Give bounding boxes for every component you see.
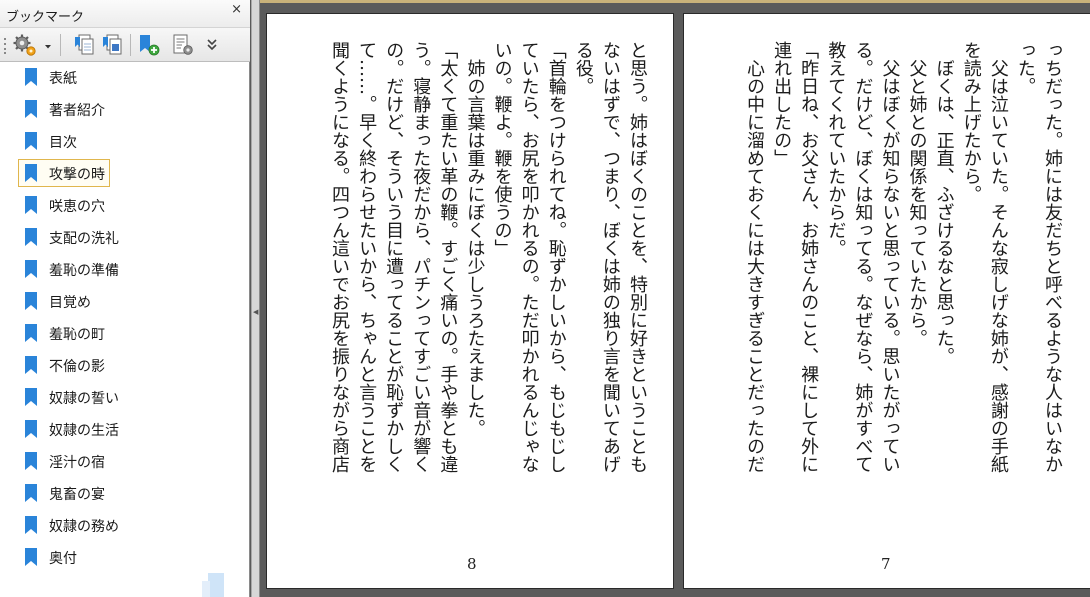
page-7: っちだった。姉には友だちと呼べるような人はいなか った。 父は泣いていた。そんな寂… bbox=[683, 13, 1090, 589]
collapse-bookmark-icon[interactable] bbox=[100, 32, 126, 58]
text-line: っちだった。姉には友だちと呼べるような人はいなか bbox=[1042, 41, 1063, 473]
bookmark-icon bbox=[25, 324, 37, 342]
page-text: っちだった。姉には友だちと呼べるような人はいなか った。 父は泣いていた。そんな寂… bbox=[741, 41, 1066, 556]
text-line: 父はぼくが知らないと思っている。思いたがってい bbox=[879, 41, 901, 473]
toolbar-separator bbox=[60, 34, 61, 56]
bookmark-icon bbox=[25, 388, 37, 406]
bookmark-item[interactable]: 羞恥の準備 bbox=[18, 255, 233, 283]
bookmark-icon bbox=[25, 484, 37, 502]
document-viewer: と思う。姉はぼくのことを、特別に好きということも ないはずで、つまり、ぼくは姉の独… bbox=[260, 0, 1090, 597]
bookmark-icon bbox=[25, 164, 37, 182]
text-line: 父は泣いていた。そんな寂しげな姉が、感謝の手紙 bbox=[987, 41, 1009, 473]
text-line: の。だけど、そういう目に遭ってることが恥ずかしく bbox=[383, 41, 405, 473]
options-gear-icon[interactable] bbox=[12, 32, 38, 58]
bookmark-label: 表紙 bbox=[49, 71, 77, 87]
bookmark-icon bbox=[25, 100, 37, 118]
text-line: ぼくは、正直、ふざけるなと思った。 bbox=[933, 41, 955, 365]
more-chevron-icon[interactable] bbox=[202, 32, 222, 58]
text-line: を読み上げたから。 bbox=[960, 41, 982, 203]
panel-header: ブックマーク × bbox=[0, 0, 250, 28]
toolbar-grip-icon bbox=[4, 38, 6, 54]
bookmark-icon bbox=[25, 452, 37, 470]
bookmark-label: 目覚め bbox=[49, 295, 91, 311]
page-number: 8 bbox=[467, 555, 477, 573]
text-line: る役。 bbox=[572, 41, 594, 95]
text-line: 聞くようになる。四つん這いでお尻を振りながら商店 bbox=[328, 41, 350, 473]
page-text: と思う。姉はぼくのことを、特別に好きということも ないはずで、つまり、ぼくは姉の独… bbox=[326, 41, 651, 556]
text-line: 「太くて重たい革の鞭。すごく痛いの。手や拳とも違 bbox=[437, 41, 459, 473]
text-line: ていたら、お尻を叩かれるの。ただ叩かれるんじゃな bbox=[518, 41, 540, 473]
text-line: て……。早く終わらせたいから、ちゃんと言うことを bbox=[356, 41, 378, 473]
bookmark-item[interactable]: 著者紹介 bbox=[18, 95, 233, 123]
text-line: 姉の言葉は重みにぼくは少しうろたえました。 bbox=[464, 41, 486, 437]
bookmark-label: 奴隷の務め bbox=[49, 519, 119, 535]
bookmark-item[interactable]: 羞恥の町 bbox=[18, 319, 233, 347]
bookmark-item[interactable]: 支配の洗礼 bbox=[18, 223, 233, 251]
bookmark-item[interactable]: 淫汁の宿 bbox=[18, 447, 233, 475]
bookmark-icon bbox=[25, 292, 37, 310]
bookmark-icon bbox=[25, 68, 37, 86]
new-bookmark-icon[interactable] bbox=[136, 32, 162, 58]
bookmark-list: 表紙著者紹介目次攻撃の時咲恵の穴支配の洗礼羞恥の準備目覚め羞恥の町不倫の影奴隷の… bbox=[0, 63, 250, 597]
bookmark-icon bbox=[25, 548, 37, 566]
bookmark-toolbar bbox=[0, 28, 250, 62]
text-line: る。だけど、ぼくは知ってる。なぜなら、姉がすべて bbox=[852, 41, 874, 473]
text-line: と思う。姉はぼくのことを、特別に好きということも bbox=[627, 41, 648, 473]
bookmark-label: 羞恥の準備 bbox=[49, 263, 119, 279]
bookmark-label: 鬼畜の宴 bbox=[49, 487, 105, 503]
toolbar-separator bbox=[130, 34, 131, 56]
bookmark-item[interactable]: 鬼畜の宴 bbox=[18, 479, 233, 507]
bookmark-label: 目次 bbox=[49, 135, 77, 151]
bookmark-properties-icon[interactable] bbox=[170, 32, 196, 58]
text-line: いの。鞭よ。鞭を使うの」 bbox=[491, 41, 513, 257]
bookmark-icon bbox=[25, 260, 37, 278]
bookmark-item[interactable]: 目覚め bbox=[18, 287, 233, 315]
dropdown-arrow-icon[interactable] bbox=[40, 32, 56, 58]
text-line: 教えてくれていたからだ。 bbox=[825, 41, 847, 257]
page-8: と思う。姉はぼくのことを、特別に好きということも ないはずで、つまり、ぼくは姉の独… bbox=[266, 13, 674, 589]
bookmark-item[interactable]: 奴隷の生活 bbox=[18, 415, 233, 443]
bookmark-label: 咲恵の穴 bbox=[49, 199, 105, 215]
drag-ghost-bookmark-icon bbox=[202, 573, 224, 597]
bookmark-item[interactable]: 奴隷の誓い bbox=[18, 383, 233, 411]
bookmark-label: 著者紹介 bbox=[49, 103, 105, 119]
close-icon[interactable]: × bbox=[231, 2, 242, 17]
bookmark-item[interactable]: 奥付 bbox=[18, 543, 233, 571]
bookmark-label: 奥付 bbox=[49, 551, 77, 567]
panel-title: ブックマーク bbox=[6, 10, 85, 25]
text-line: う。寝静まった夜だから、パチンってすごい音が響く bbox=[410, 41, 432, 473]
text-line: った。 bbox=[1014, 41, 1036, 95]
bookmark-label: 奴隷の生活 bbox=[49, 423, 119, 439]
text-line: 心の中に溜めておくには大きすぎることだったのだ bbox=[743, 41, 765, 473]
bookmark-item[interactable]: 奴隷の務め bbox=[18, 511, 233, 539]
text-line: 「昨日ね、お父さん、お姉さんのこと、裸にして外に bbox=[798, 41, 820, 473]
bookmark-label: 羞恥の町 bbox=[49, 327, 105, 343]
text-line: 父と姉との関係を知っていたから。 bbox=[906, 41, 928, 347]
bookmark-item[interactable]: 不倫の影 bbox=[18, 351, 233, 379]
bookmark-item[interactable]: 目次 bbox=[18, 127, 233, 155]
expand-bookmark-icon[interactable] bbox=[72, 32, 98, 58]
bookmark-label: 淫汁の宿 bbox=[49, 455, 105, 471]
bookmark-icon bbox=[25, 196, 37, 214]
bookmark-item[interactable]: 攻撃の時 bbox=[18, 159, 110, 187]
bookmark-label: 奴隷の誓い bbox=[49, 391, 119, 407]
bookmark-icon bbox=[25, 132, 37, 150]
bookmark-label: 支配の洗礼 bbox=[49, 231, 119, 247]
bookmark-item[interactable]: 咲恵の穴 bbox=[18, 191, 233, 219]
bookmark-icon bbox=[25, 228, 37, 246]
panel-splitter[interactable]: ◀ bbox=[251, 0, 260, 597]
bookmark-icon bbox=[25, 420, 37, 438]
bookmark-icon bbox=[25, 516, 37, 534]
bookmark-item[interactable]: 表紙 bbox=[18, 63, 233, 91]
bookmark-panel: ブックマーク × 表紙 著者紹介 目次 攻撃の時 咲恵の穴 支配の洗礼 羞恥の準… bbox=[0, 0, 250, 597]
collapse-arrow-icon[interactable]: ◀ bbox=[253, 308, 258, 316]
text-line: ないはずで、つまり、ぼくは姉の独り言を聞いてあげ bbox=[599, 41, 621, 473]
bookmark-label: 不倫の影 bbox=[49, 359, 105, 375]
text-line: 「首輪をつけられてね。恥ずかしいから、もじもじし bbox=[545, 41, 567, 473]
page-number: 7 bbox=[881, 555, 891, 573]
bookmark-label: 攻撃の時 bbox=[49, 167, 105, 183]
bookmark-icon bbox=[25, 356, 37, 374]
text-line: 連れ出したの」 bbox=[771, 41, 793, 167]
